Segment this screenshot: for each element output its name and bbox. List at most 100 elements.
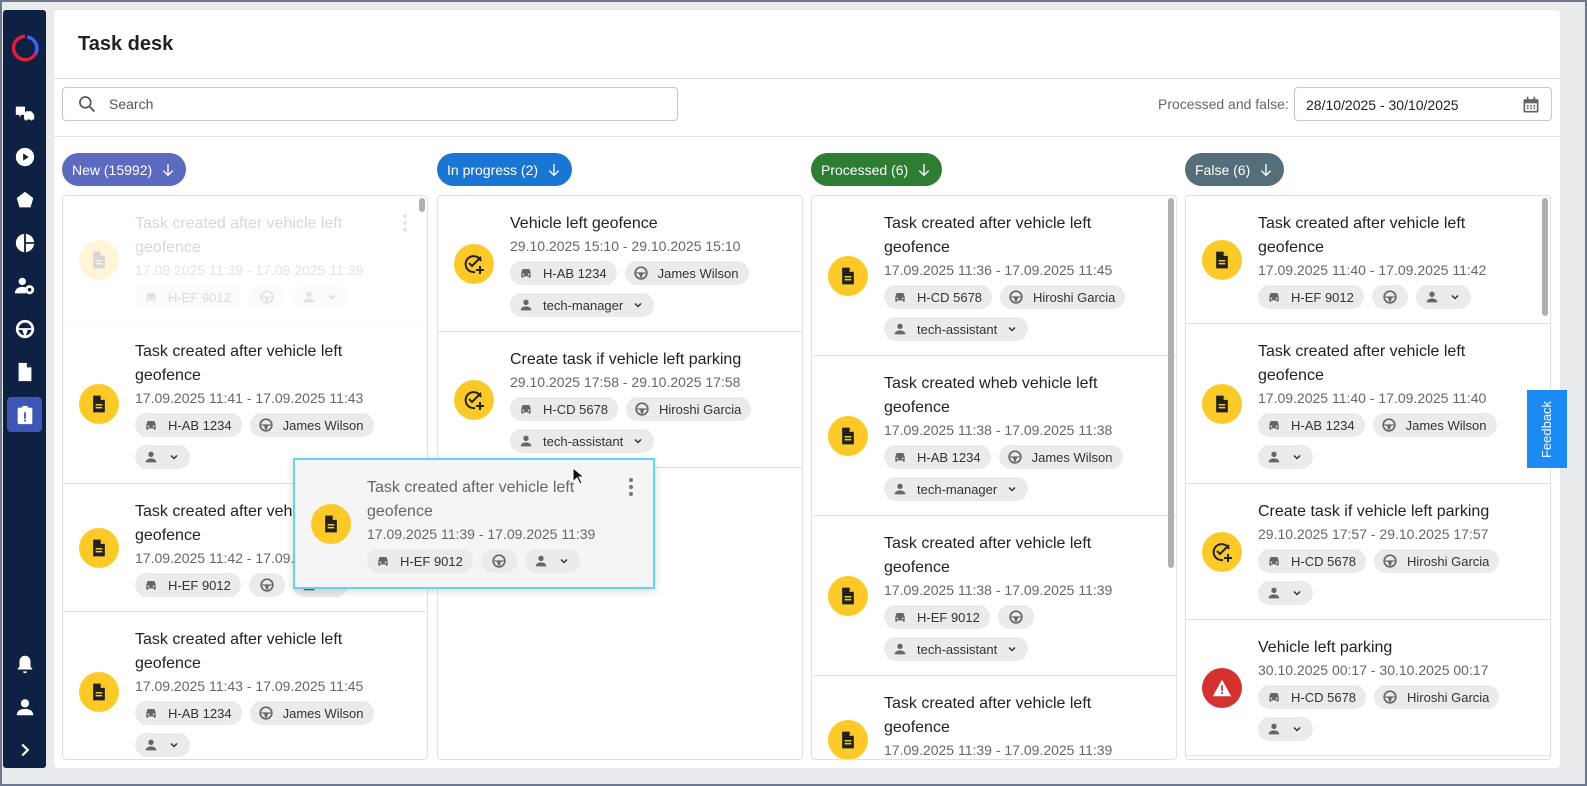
column-header-new[interactable]: New (15992) bbox=[62, 153, 187, 186]
task-card[interactable]: Task created after vehicle left geofence… bbox=[812, 676, 1176, 759]
vehicle-plate: H-EF 9012 bbox=[400, 553, 463, 569]
search-input[interactable] bbox=[109, 96, 609, 112]
sidebar-item-bell[interactable] bbox=[7, 646, 42, 681]
driver-chip[interactable]: James Wilson bbox=[249, 413, 374, 437]
task-date-range: 29.10.2025 17:58 - 29.10.2025 17:58 bbox=[510, 374, 741, 390]
task-card[interactable]: Task created after vehicle left geofence… bbox=[812, 196, 1176, 356]
task-card[interactable]: Task created after vehicle left geofence… bbox=[812, 516, 1176, 676]
vehicle-chip[interactable]: H-CD 5678 bbox=[510, 397, 619, 421]
assignee-dropdown[interactable] bbox=[292, 285, 348, 309]
task-card[interactable]: Task created after vehicle left geofence… bbox=[63, 612, 427, 759]
assignee-name: tech-assistant bbox=[917, 641, 998, 657]
vehicle-chip[interactable]: H-EF 9012 bbox=[1258, 285, 1364, 309]
calendar-icon[interactable] bbox=[1521, 95, 1541, 115]
driver-chip[interactable] bbox=[248, 573, 285, 597]
car-icon bbox=[146, 293, 156, 302]
scrollbar[interactable] bbox=[1168, 198, 1174, 568]
driver-chip[interactable]: James Wilson bbox=[624, 261, 749, 285]
scrollbar[interactable] bbox=[419, 198, 425, 212]
chevron-down-icon bbox=[1451, 294, 1459, 300]
task-card[interactable]: Task created after vehicle left geofence… bbox=[295, 460, 653, 588]
assignee-dropdown[interactable] bbox=[1415, 285, 1471, 309]
task-card-placeholder[interactable]: Task created after vehicle left geofence… bbox=[63, 196, 427, 324]
document-icon bbox=[842, 427, 854, 444]
assignee-dropdown[interactable]: tech-manager bbox=[884, 477, 1029, 501]
task-card[interactable]: Task created wheb vehicle left geofence 1… bbox=[812, 356, 1176, 516]
task-chips: H-EF 9012 bbox=[1258, 285, 1528, 309]
task-card[interactable]: Create task if vehicle left parking 29.10… bbox=[1186, 484, 1550, 620]
driver-chip[interactable]: James Wilson bbox=[1372, 413, 1497, 437]
sidebar-item-documents[interactable] bbox=[7, 354, 42, 389]
column-header-in-progress[interactable]: In progress (2) bbox=[437, 153, 573, 186]
more-options-icon[interactable] bbox=[403, 214, 407, 235]
documents-icon bbox=[18, 362, 31, 381]
sidebar-item-geofence[interactable] bbox=[7, 182, 42, 217]
driver-chip[interactable] bbox=[480, 549, 517, 573]
vehicle-chip[interactable]: H-EF 9012 bbox=[135, 573, 241, 597]
task-chips: H-AB 1234 James Wilson tech-manager bbox=[884, 445, 1154, 501]
vehicle-chip[interactable]: H-EF 9012 bbox=[884, 605, 990, 629]
logo[interactable] bbox=[7, 30, 42, 65]
more-options-icon[interactable] bbox=[629, 478, 633, 499]
date-range-picker[interactable]: 28/10/2025 - 30/10/2025 bbox=[1294, 87, 1552, 121]
steering-wheel-icon bbox=[1383, 290, 1397, 304]
steering-wheel-icon bbox=[1009, 290, 1023, 304]
driver-chip[interactable]: Hiroshi Garcia bbox=[1000, 285, 1126, 309]
assignee-dropdown[interactable]: tech-assistant bbox=[884, 317, 1029, 341]
sidebar-item-steering[interactable] bbox=[7, 311, 42, 346]
expand-icon bbox=[20, 743, 29, 756]
vehicle-chip[interactable]: H-CD 5678 bbox=[1258, 685, 1367, 709]
person-icon bbox=[894, 323, 906, 335]
task-card[interactable]: Vehicle left geofence 29.10.2025 15:10 - … bbox=[438, 196, 802, 332]
column-header-false[interactable]: False (6) bbox=[1185, 153, 1285, 186]
vehicle-chip[interactable]: H-AB 1234 bbox=[884, 445, 991, 469]
feedback-button[interactable]: Feedback bbox=[1527, 390, 1567, 468]
sidebar-item-task-desk[interactable] bbox=[7, 397, 42, 432]
search-field[interactable] bbox=[62, 87, 678, 121]
driver-chip[interactable] bbox=[248, 285, 285, 309]
task-title: Vehicle left parking bbox=[1258, 639, 1393, 656]
sidebar-item-reports[interactable] bbox=[7, 225, 42, 260]
dragged-task-card[interactable]: Task created after vehicle left geofence… bbox=[293, 458, 655, 589]
assignee-dropdown[interactable] bbox=[1258, 445, 1313, 469]
column-header-processed[interactable]: Processed (6) bbox=[811, 153, 943, 186]
driver-chip[interactable] bbox=[997, 605, 1034, 629]
assignee-dropdown[interactable] bbox=[1258, 717, 1313, 741]
vehicle-chip[interactable]: H-CD 5678 bbox=[884, 285, 993, 309]
task-chips: H-CD 5678 Hiroshi Garcia tech-assistant bbox=[510, 397, 780, 453]
sidebar-item-drivers[interactable] bbox=[7, 268, 42, 303]
arrow-down-icon bbox=[919, 163, 930, 176]
scrollbar[interactable] bbox=[1542, 198, 1548, 316]
assignee-dropdown[interactable] bbox=[135, 733, 190, 757]
chevron-down-icon bbox=[560, 558, 568, 564]
sidebar-item-user[interactable] bbox=[7, 689, 42, 724]
assignee-dropdown[interactable]: tech-assistant bbox=[510, 429, 655, 453]
sidebar-item-expand[interactable] bbox=[7, 732, 42, 767]
vehicle-chip[interactable]: H-EF 9012 bbox=[135, 285, 241, 309]
task-card[interactable]: Vehicle left parking 30.10.2025 00:17 - 3… bbox=[1186, 620, 1550, 756]
assignee-dropdown[interactable] bbox=[1258, 581, 1313, 605]
vehicle-chip[interactable]: H-AB 1234 bbox=[135, 413, 242, 437]
vehicle-chip[interactable]: H-AB 1234 bbox=[510, 261, 617, 285]
assignee-dropdown[interactable]: tech-manager bbox=[510, 293, 655, 317]
user-icon bbox=[16, 698, 33, 715]
sidebar-item-play[interactable] bbox=[7, 139, 42, 174]
driver-chip[interactable]: Hiroshi Garcia bbox=[626, 397, 752, 421]
vehicle-chip[interactable]: H-CD 5678 bbox=[1258, 549, 1367, 573]
driver-chip[interactable]: James Wilson bbox=[998, 445, 1123, 469]
driver-chip[interactable] bbox=[1371, 285, 1408, 309]
vehicle-chip[interactable]: H-AB 1234 bbox=[1258, 413, 1365, 437]
task-card[interactable]: Task created after vehicle left geofence… bbox=[1186, 324, 1550, 484]
task-card[interactable]: Task created after vehicle left geofence… bbox=[1186, 196, 1550, 324]
sidebar-item-vehicles[interactable] bbox=[7, 96, 42, 131]
task-card[interactable]: Create task if vehicle left parking 29.10… bbox=[438, 332, 802, 468]
assignee-dropdown[interactable] bbox=[524, 549, 580, 573]
vehicle-chip[interactable]: H-EF 9012 bbox=[367, 549, 473, 573]
driver-chip[interactable]: Hiroshi Garcia bbox=[1374, 685, 1500, 709]
driver-chip[interactable]: James Wilson bbox=[249, 701, 374, 725]
driver-chip[interactable]: Hiroshi Garcia bbox=[1374, 549, 1500, 573]
vehicle-chip[interactable]: H-AB 1234 bbox=[135, 701, 242, 725]
assignee-dropdown[interactable]: tech-assistant bbox=[884, 637, 1029, 661]
assignee-dropdown[interactable] bbox=[135, 445, 190, 469]
drivers-icon bbox=[14, 277, 34, 294]
